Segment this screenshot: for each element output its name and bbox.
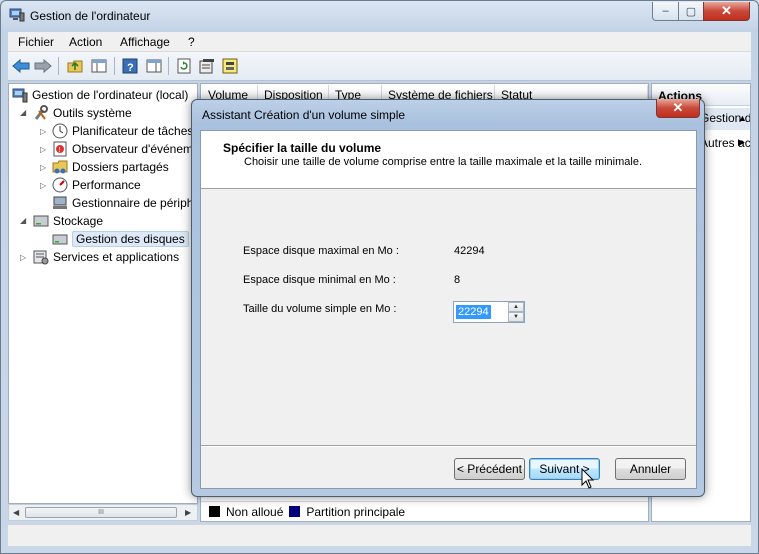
tree-label: Gestion des disques (72, 231, 189, 247)
tree-label: Dossiers partagés (72, 160, 169, 174)
title-bar: Gestion de l'ordinateur – ▢ ✕ (1, 1, 758, 31)
show-hide-action-pane-icon[interactable] (145, 57, 163, 75)
dialog-separator (201, 445, 696, 447)
menu-bar: Fichier Action Affichage ? (8, 32, 751, 52)
mouse-cursor-icon (581, 468, 595, 489)
show-hide-tree-icon[interactable] (90, 57, 108, 75)
tree-label: Services et applications (53, 250, 180, 264)
tree-item-performance[interactable]: Performance (52, 176, 141, 194)
shared-folder-icon (52, 159, 68, 175)
min-space-value: 8 (454, 274, 461, 286)
scroll-right-icon[interactable]: ▶ (185, 508, 191, 517)
tree-item-stockage[interactable]: Stockage (33, 212, 103, 230)
computer-management-icon (9, 8, 25, 22)
dialog-title: Assistant Création d'un volume simple (202, 108, 406, 122)
expand-arrow-icon[interactable]: ▷ (20, 253, 26, 262)
tools-icon (33, 105, 49, 121)
tree-item-services-applications[interactable]: Services et applications (33, 248, 179, 266)
up-folder-icon[interactable] (66, 57, 84, 75)
expand-arrow-icon[interactable]: ▷ (40, 145, 46, 154)
max-space-label: Espace disque maximal en Mo : (243, 245, 399, 257)
disk-legend: Non alloué Partition principale (201, 501, 648, 521)
back-button[interactable]: < Précédent (454, 458, 525, 480)
menu-help[interactable]: ? (188, 35, 195, 49)
tree-label: Performance (72, 178, 141, 192)
cancel-button[interactable]: Annuler (615, 458, 686, 480)
console-tree: Gestion de l'ordinateur (local) ◢ Outils… (8, 83, 198, 504)
scroll-left-icon[interactable]: ◀ (13, 508, 19, 517)
status-bar (8, 524, 751, 546)
dialog-subheading: Choisir une taille de volume comprise en… (244, 156, 643, 168)
primary-partition-swatch (289, 506, 301, 517)
storage-icon (33, 213, 49, 229)
toolbar-separator (114, 57, 115, 75)
tree-item-gestion-des-disques[interactable]: Gestion des disques (52, 230, 189, 248)
max-space-value: 42294 (454, 245, 485, 257)
device-manager-icon (52, 195, 68, 211)
toolbar: ? (8, 52, 751, 81)
minimize-button[interactable]: – (652, 2, 679, 21)
maximize-button[interactable]: ▢ (678, 2, 704, 21)
expand-arrow-icon[interactable]: ▷ (40, 127, 46, 136)
collapse-arrow-icon[interactable]: ▲ (738, 113, 747, 123)
tree-label: Stockage (53, 214, 104, 228)
tree-item-observateur[interactable]: ! Observateur d'événements (52, 140, 198, 158)
legend-unallocated: Non alloué (226, 504, 284, 519)
properties-icon[interactable] (198, 57, 216, 75)
svg-text:!: ! (59, 147, 61, 154)
tree-horizontal-scrollbar[interactable]: ◀ III ▶ (8, 504, 198, 521)
back-arrow-icon[interactable] (12, 57, 30, 75)
tree-item-gestionnaire-peripheriques[interactable]: Gestionnaire de périphériques (52, 194, 197, 212)
disk-properties-icon[interactable] (221, 57, 239, 75)
event-viewer-icon: ! (52, 141, 68, 157)
expand-arrow-icon[interactable]: ▷ (40, 163, 46, 172)
tree-item-outils-systeme[interactable]: Outils système (33, 104, 132, 122)
tree-label: Observateur d'événements (72, 142, 198, 156)
svg-text:?: ? (127, 62, 134, 74)
refresh-icon[interactable] (175, 57, 193, 75)
services-icon (33, 249, 49, 265)
tree-item-dossiers-partages[interactable]: Dossiers partagés (52, 158, 169, 176)
dialog-header: Spécifier la taille du volume Choisir un… (201, 131, 696, 189)
help-icon[interactable]: ? (121, 57, 139, 75)
clock-icon (52, 123, 68, 139)
tree-label: Outils système (53, 106, 132, 120)
collapse-arrow-icon[interactable]: ◢ (20, 216, 26, 225)
unallocated-swatch (209, 506, 220, 517)
volume-size-stepper[interactable]: 22294 ▲ ▼ (453, 301, 525, 323)
legend-primary-partition: Partition principale (306, 504, 406, 519)
computer-management-icon (12, 87, 28, 103)
menu-action[interactable]: Action (69, 35, 102, 49)
scrollbar-thumb[interactable]: III (25, 507, 177, 518)
close-button[interactable]: ✕ (703, 2, 750, 21)
tree-label: Gestionnaire de périphériques (72, 196, 197, 210)
performance-gauge-icon (52, 177, 68, 193)
collapse-arrow-icon[interactable]: ◢ (20, 108, 26, 117)
tree-item-planificateur[interactable]: Planificateur de tâches (52, 122, 193, 140)
volume-size-label: Taille du volume simple en Mo : (243, 303, 397, 315)
volume-size-input[interactable]: 22294 (456, 305, 491, 319)
tree-label: Gestion de l'ordinateur (local) (32, 88, 189, 102)
expand-arrow-icon[interactable]: ▷ (40, 181, 46, 190)
window-title: Gestion de l'ordinateur (30, 9, 151, 23)
spin-up-icon[interactable]: ▲ (508, 302, 524, 312)
spin-down-icon[interactable]: ▼ (508, 312, 524, 322)
tree-item-root[interactable]: Gestion de l'ordinateur (local) (12, 86, 188, 104)
dialog-close-button[interactable]: ✕ (656, 99, 700, 118)
wizard-dialog: Assistant Création d'un volume simple ✕ … (191, 99, 705, 497)
tree-label: Planificateur de tâches (72, 124, 194, 138)
dialog-body: Spécifier la taille du volume Choisir un… (200, 130, 697, 489)
disk-management-icon (52, 231, 68, 247)
menu-affichage[interactable]: Affichage (120, 35, 170, 49)
toolbar-separator (168, 57, 169, 75)
min-space-label: Espace disque minimal en Mo : (243, 274, 396, 286)
submenu-arrow-icon[interactable]: ▶ (738, 137, 745, 148)
toolbar-separator (58, 57, 59, 75)
forward-arrow-icon[interactable] (34, 57, 52, 75)
menu-fichier[interactable]: Fichier (18, 35, 54, 49)
dialog-heading: Spécifier la taille du volume (223, 141, 382, 155)
